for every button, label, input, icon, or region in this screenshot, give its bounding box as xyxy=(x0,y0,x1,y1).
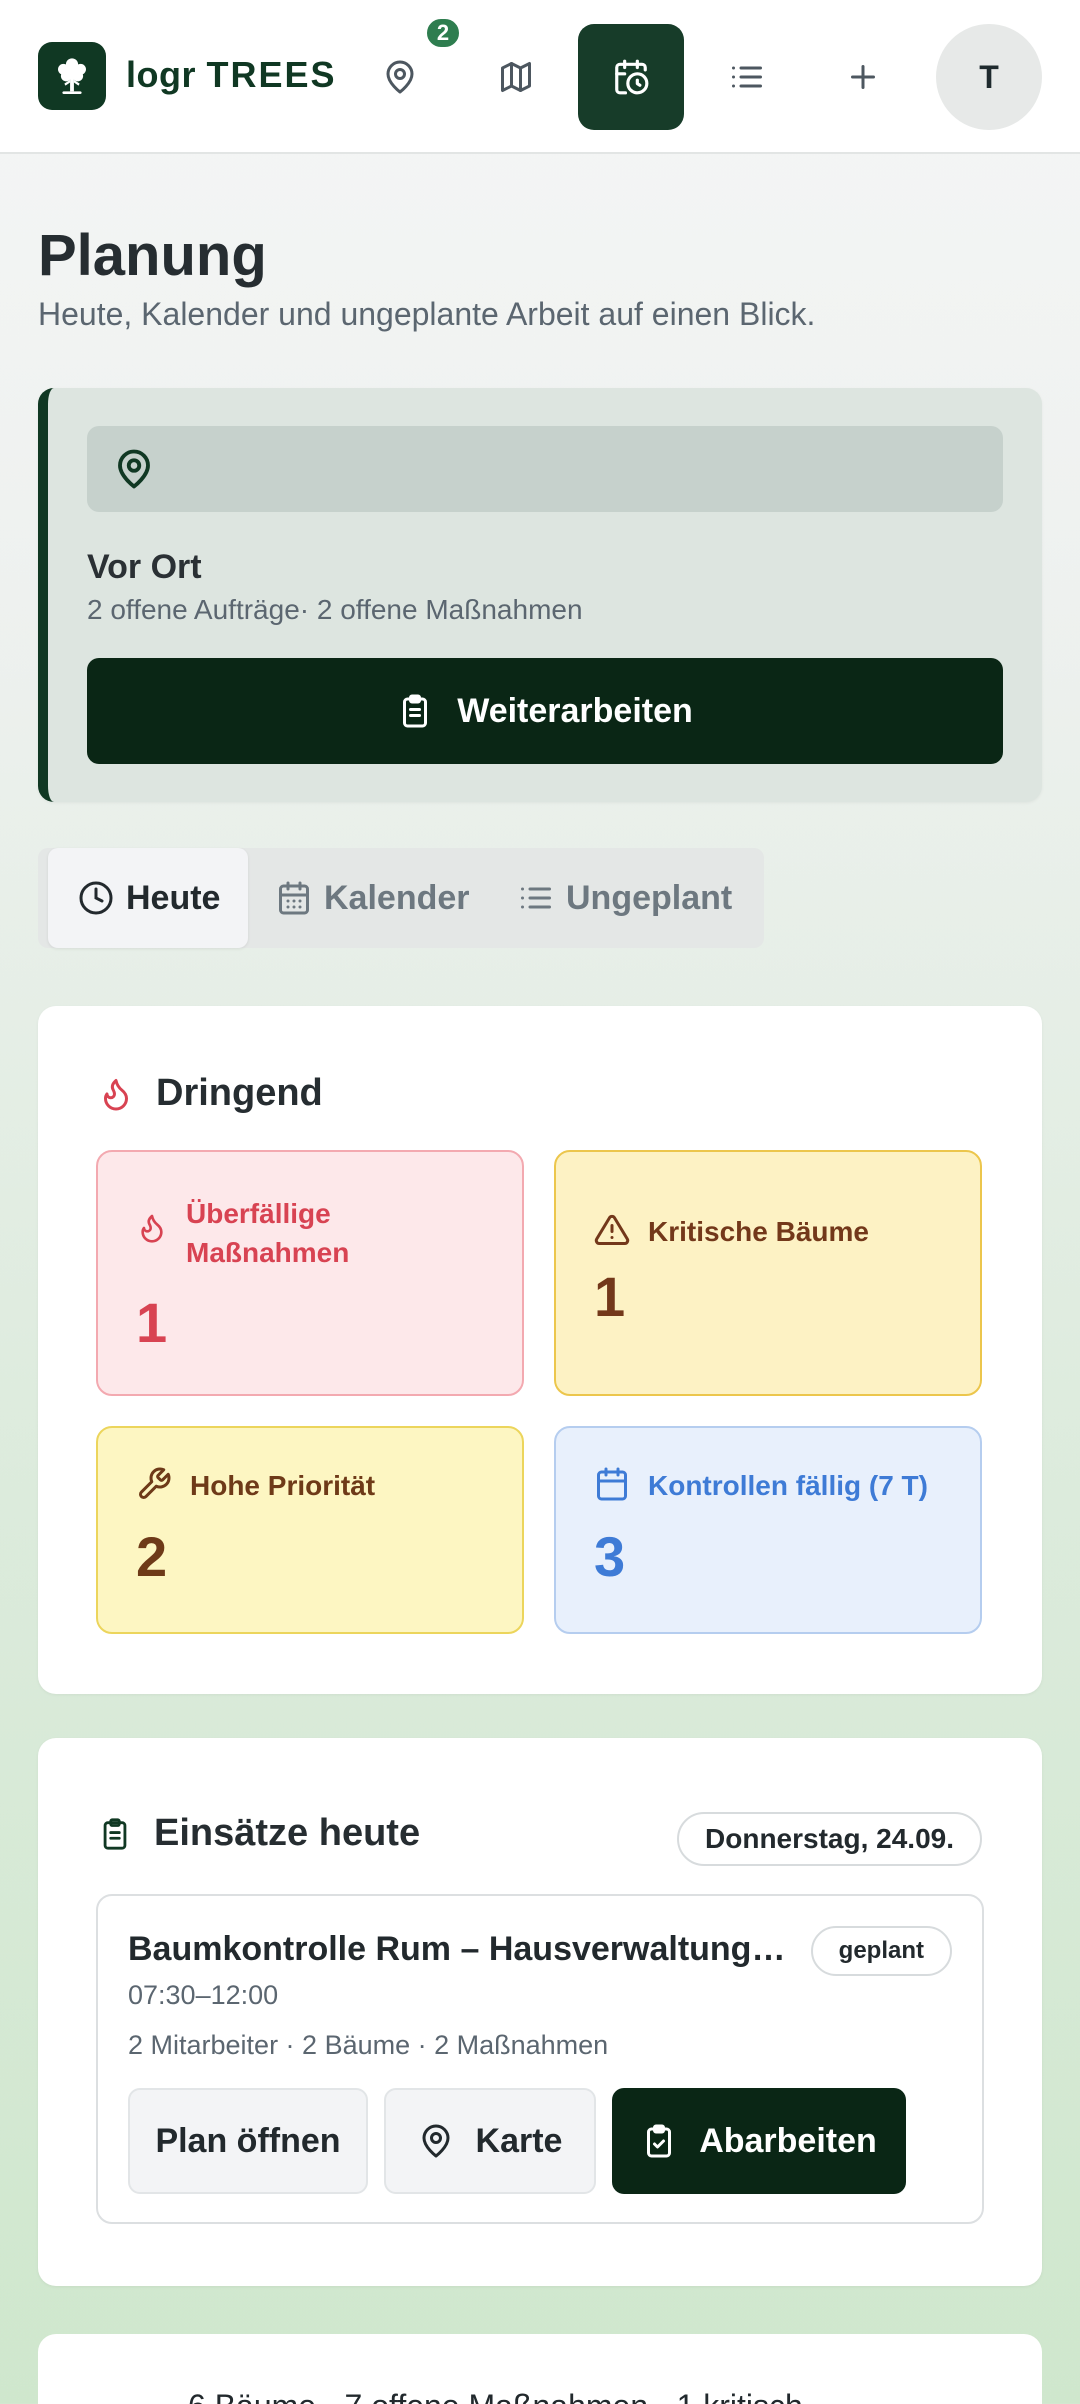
clipboard-list-icon xyxy=(103,1817,127,1850)
onsite-card: Vor Ort 2 offene Aufträge· 2 offene Maßn… xyxy=(38,388,1042,802)
brand-name: logr TREES xyxy=(126,54,337,95)
page-title: Planung xyxy=(38,223,267,288)
user-avatar[interactable]: T xyxy=(936,24,1042,130)
tab-calendar[interactable]: Kalender xyxy=(276,848,470,948)
urgent-heading: Dringend xyxy=(98,1072,323,1115)
high-priority-count: 2 xyxy=(136,1525,168,1588)
high-priority-tile[interactable]: Hohe Priorität 2 xyxy=(96,1426,524,1634)
onsite-stats: 2 offene Aufträge· 2 offene Maßnahmen xyxy=(87,594,583,625)
nav-add-button[interactable] xyxy=(810,24,916,130)
map-button[interactable]: Karte xyxy=(384,2088,596,2194)
assignment-meta: 2 Mitarbeiter · 2 Bäume · 2 Maßnahmen xyxy=(128,2030,609,2060)
high-priority-label: Hohe Priorität xyxy=(190,1470,376,1501)
flame-icon xyxy=(104,1078,128,1110)
clock-icon xyxy=(79,881,113,915)
onsite-count-badge: 2 xyxy=(424,16,462,50)
overdue-measures-count: 1 xyxy=(136,1291,168,1354)
clipboard-check-icon xyxy=(647,2124,672,2158)
list-icon xyxy=(521,887,551,909)
critical-trees-label: Kritische Bäume xyxy=(648,1216,869,1247)
continue-button[interactable]: Weiterarbeiten xyxy=(87,658,1003,764)
list-icon xyxy=(732,66,762,88)
work-button[interactable]: Abarbeiten xyxy=(612,2088,906,2194)
nav-planning-button[interactable] xyxy=(578,24,684,130)
map-pin-icon xyxy=(422,2124,450,2158)
wrench-icon xyxy=(139,1467,171,1499)
flame-icon xyxy=(141,1214,163,1243)
open-plan-button[interactable]: Plan öffnen xyxy=(128,2088,368,2194)
calendar-clock-icon xyxy=(615,59,649,95)
critical-trees-count: 1 xyxy=(594,1265,626,1328)
nav-map-button[interactable] xyxy=(463,24,569,130)
assignment-item[interactable]: Baumkontrolle Rum – Hausverwaltung N... … xyxy=(96,1894,984,2224)
overdue-measures-tile[interactable]: Überfällige Maßnahmen 1 xyxy=(96,1150,524,1396)
continue-button-label: Weiterarbeiten xyxy=(457,691,693,730)
tree-logo-icon[interactable] xyxy=(38,42,106,110)
assignment-time: 07:30–12:00 xyxy=(128,1980,279,2010)
view-tabs: Heute Kalender Ungeplant xyxy=(38,848,764,948)
plus-icon xyxy=(851,65,875,89)
date-chip[interactable]: Donnerstag, 24.09. xyxy=(677,1812,982,1866)
inspections-due-tile[interactable]: Kontrollen fällig (7 T) 3 xyxy=(554,1426,982,1634)
tab-unplanned[interactable]: Ungeplant xyxy=(518,848,732,948)
urgent-card: Dringend Überfällige Maßnahmen 1 Kritisc… xyxy=(38,1006,1042,1694)
nav-list-button[interactable] xyxy=(694,24,800,130)
inspections-due-label: Kontrollen fällig (7 T) xyxy=(648,1470,928,1501)
top-bar: logr TREES 2 T xyxy=(0,0,1080,154)
page-subtitle: Heute, Kalender und ungeplante Arbeit au… xyxy=(38,296,816,332)
onsite-title: Vor Ort xyxy=(87,548,202,586)
alert-triangle-icon xyxy=(594,1214,630,1245)
map-pin-icon xyxy=(118,449,150,489)
location-field[interactable] xyxy=(87,426,1003,512)
overdue-measures-label: Überfällige Maßnahmen xyxy=(186,1198,350,1268)
map-icon xyxy=(501,62,531,92)
assignments-heading: Einsätze heute xyxy=(98,1812,420,1855)
status-badge: geplant xyxy=(810,1926,952,1976)
inspections-due-count: 3 xyxy=(594,1525,626,1588)
summary-text: 6 Bäume · 7 offene Maßnahmen · 1 kritisc… xyxy=(188,2388,803,2404)
calendar-icon xyxy=(279,881,309,915)
tab-today[interactable]: Heute xyxy=(48,848,249,948)
critical-trees-tile[interactable]: Kritische Bäume 1 xyxy=(554,1150,982,1396)
assignments-card: Einsätze heute Donnerstag, 24.09. Baumko… xyxy=(38,1738,1042,2286)
map-pin-icon xyxy=(386,60,414,94)
calendar-icon xyxy=(597,1467,627,1501)
assignment-title: Baumkontrolle Rum – Hausverwaltung N... xyxy=(128,1930,788,1968)
clipboard-icon xyxy=(403,694,428,728)
summary-card: 6 Bäume · 7 offene Maßnahmen · 1 kritisc… xyxy=(38,2334,1042,2404)
